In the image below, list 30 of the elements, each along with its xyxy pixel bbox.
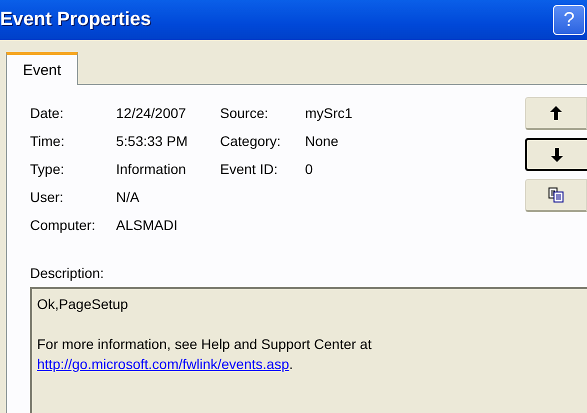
copy-button[interactable]: [525, 179, 587, 212]
field-label: Time:: [30, 133, 66, 149]
description-text: For more information, see Help and Support Center at http://go.microsoft.com/fwlink/events.asp.: [37, 335, 373, 374]
down-arrow-icon: [551, 148, 563, 162]
description-box[interactable]: Ok,PageSetup For more information, see Help and Support Center at http://go.microsoft.com/fwlink/events.asp.: [30, 287, 587, 413]
field-label: Category:: [220, 133, 282, 149]
field-value: N/A: [116, 189, 140, 205]
field-label: Event ID:: [220, 161, 279, 177]
field-label: Date:: [30, 105, 64, 121]
next-button[interactable]: [525, 138, 587, 171]
field-value: None: [305, 133, 340, 149]
previous-button[interactable]: [525, 97, 587, 130]
field-value: 12/24/2007: [116, 105, 188, 121]
field-label: Computer:: [30, 217, 96, 233]
help-button[interactable]: ?: [553, 5, 585, 35]
field-label: Source:: [220, 105, 270, 121]
field-value: 0: [305, 161, 314, 177]
description-label: Description:: [30, 265, 105, 281]
copy-icon: [548, 187, 564, 203]
field-value: ALSMADI: [116, 217, 178, 233]
tab[interactable]: Event: [6, 52, 78, 85]
up-arrow-icon: [550, 106, 562, 120]
window-title: Event Properties: [0, 9, 151, 31]
field-label: Type:: [30, 161, 66, 177]
field-value: mySrc1: [305, 105, 352, 121]
field-label: User:: [30, 189, 64, 205]
field-value: 5:53:33 PM: [116, 133, 189, 149]
help-link[interactable]: http://go.microsoft.com/fwlink/events.asp: [37, 356, 290, 372]
description-text: Ok,PageSetup: [37, 295, 130, 314]
field-value: Information: [116, 161, 188, 177]
